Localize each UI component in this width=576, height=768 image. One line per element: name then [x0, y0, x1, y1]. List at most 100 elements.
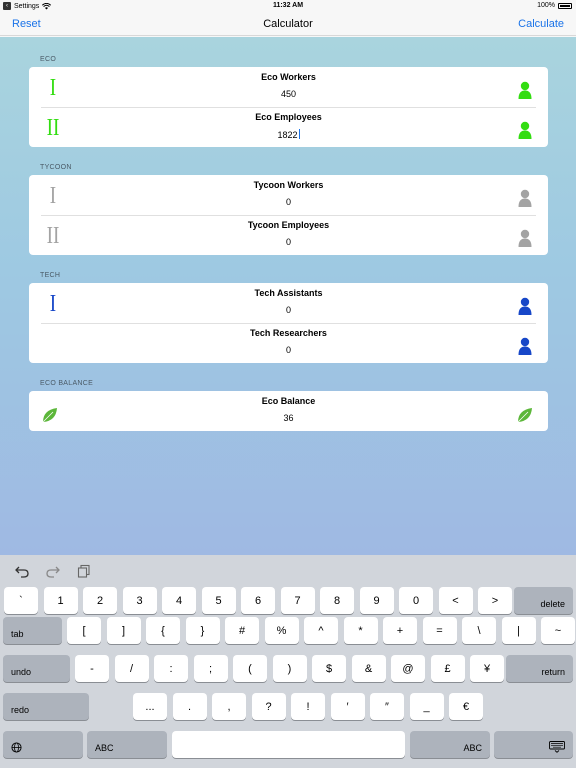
- key[interactable]: {: [146, 617, 180, 644]
- tech-researchers-label: Tech Researchers: [250, 328, 327, 338]
- card-tycoon: I Tycoon Workers 0 II Tycoon Employees 0: [29, 175, 548, 255]
- key[interactable]: |: [501, 617, 536, 644]
- calculator-form: ECO I Eco Workers 450 II Eco Employees 1…: [0, 37, 576, 555]
- person-icon: [518, 337, 532, 355]
- key[interactable]: *: [343, 617, 378, 644]
- key[interactable]: =: [422, 617, 457, 644]
- key[interactable]: `: [4, 587, 38, 614]
- card-tech: I Tech Assistants 0 Tech Researchers 0: [29, 283, 548, 363]
- tech-assistants-label: Tech Assistants: [254, 288, 323, 298]
- person-icon: [518, 297, 532, 315]
- tech-assistants-input[interactable]: 0: [29, 305, 548, 315]
- globe-key[interactable]: [3, 731, 83, 758]
- eco-workers-input[interactable]: 450: [29, 89, 548, 99]
- key[interactable]: ¥: [470, 655, 504, 682]
- key[interactable]: 8: [320, 587, 354, 614]
- key[interactable]: !: [291, 693, 325, 720]
- key[interactable]: &: [351, 655, 386, 682]
- person-icon: [518, 189, 532, 207]
- abc-key[interactable]: ABC: [87, 731, 167, 758]
- person-icon: [518, 121, 532, 139]
- key[interactable]: %: [264, 617, 299, 644]
- tycoon-employees-label: Tycoon Employees: [247, 220, 330, 230]
- eco-employees-value: 1822: [277, 130, 298, 140]
- key[interactable]: :: [154, 655, 188, 682]
- key[interactable]: 4: [162, 587, 196, 614]
- key[interactable]: /: [114, 655, 149, 682]
- key[interactable]: 1: [43, 587, 78, 614]
- tycoon-workers-input[interactable]: 0: [29, 197, 548, 207]
- key[interactable]: ′: [330, 693, 365, 720]
- redo-key[interactable]: redo: [3, 693, 89, 720]
- key[interactable]: .: [172, 693, 207, 720]
- key[interactable]: \: [462, 617, 496, 644]
- status-time: 11:32 AM: [272, 2, 304, 9]
- key[interactable]: 2: [83, 587, 117, 614]
- key[interactable]: ;: [193, 655, 228, 682]
- key[interactable]: @: [391, 655, 425, 682]
- eco-workers-label: Eco Workers: [261, 72, 316, 82]
- navigation-bar: Reset Calculator Calculate: [0, 12, 576, 36]
- tab-key[interactable]: tab: [3, 617, 62, 644]
- row-tycoon-employees[interactable]: II Tycoon Employees 0: [29, 215, 548, 255]
- key[interactable]: 3: [122, 587, 157, 614]
- row-eco-employees[interactable]: II Eco Employees 1822: [29, 107, 548, 147]
- key[interactable]: ): [272, 655, 307, 682]
- on-screen-keyboard: ` 1 2 3 4 5 6 7 8 9 0 < > delete tab[]{} #% ^ * + = \ | ~ undo -…: [0, 555, 576, 768]
- keyboard-dismiss-key[interactable]: [494, 731, 573, 758]
- card-eco-balance: Eco Balance 36: [29, 391, 548, 431]
- key[interactable]: 6: [241, 587, 275, 614]
- key[interactable]: 9: [359, 587, 394, 614]
- key[interactable]: _: [409, 693, 444, 720]
- text-cursor: [298, 129, 300, 139]
- keyboard-shortcut-bar: [0, 555, 576, 586]
- key[interactable]: $: [312, 655, 346, 682]
- delete-key[interactable]: delete: [514, 587, 573, 614]
- undo-icon[interactable]: [15, 564, 29, 578]
- section-header-tech: TECH: [40, 272, 61, 279]
- key[interactable]: ,: [212, 693, 246, 720]
- row-eco-workers[interactable]: I Eco Workers 450: [29, 67, 548, 107]
- abc-key[interactable]: ABC: [410, 731, 490, 758]
- globe-icon: [11, 742, 22, 753]
- key[interactable]: (: [233, 655, 267, 682]
- leaf-icon: [516, 408, 532, 424]
- eco-employees-label: Eco Employees: [255, 112, 322, 122]
- redo-icon[interactable]: [46, 564, 60, 578]
- tycoon-employees-input[interactable]: 0: [29, 237, 548, 247]
- key[interactable]: £: [430, 655, 465, 682]
- space-key[interactable]: [172, 731, 405, 758]
- key[interactable]: ]: [106, 617, 141, 644]
- key[interactable]: -: [75, 655, 109, 682]
- key[interactable]: [: [67, 617, 101, 644]
- eco-balance-label: Eco Balance: [261, 396, 316, 406]
- eco-employees-input[interactable]: 1822: [29, 129, 548, 140]
- key[interactable]: 5: [201, 587, 236, 614]
- person-icon: [518, 81, 532, 99]
- section-header-eco: ECO: [40, 56, 57, 63]
- calculate-button[interactable]: Calculate: [518, 18, 564, 30]
- key[interactable]: ?: [251, 693, 286, 720]
- row-tech-assistants[interactable]: I Tech Assistants 0: [29, 283, 548, 323]
- status-battery: 100%: [537, 2, 572, 9]
- status-bar: ‹ Settings 11:32 AM 100%: [0, 0, 576, 12]
- key[interactable]: ~: [541, 617, 575, 644]
- key[interactable]: >: [478, 587, 512, 614]
- key[interactable]: #: [225, 617, 259, 644]
- tech-researchers-input[interactable]: 0: [29, 345, 548, 355]
- row-eco-balance: Eco Balance 36: [29, 391, 548, 431]
- return-key[interactable]: return: [506, 655, 573, 682]
- row-tycoon-workers[interactable]: I Tycoon Workers 0: [29, 175, 548, 215]
- undo-key[interactable]: undo: [3, 655, 70, 682]
- key[interactable]: €: [449, 693, 483, 720]
- paste-icon[interactable]: [77, 564, 91, 578]
- key[interactable]: }: [185, 617, 220, 644]
- row-tech-researchers[interactable]: Tech Researchers 0: [29, 323, 548, 363]
- key[interactable]: 7: [280, 587, 315, 614]
- key[interactable]: +: [383, 617, 417, 644]
- key[interactable]: ...: [133, 693, 167, 720]
- key[interactable]: ^: [304, 617, 338, 644]
- key[interactable]: 0: [399, 587, 433, 614]
- key[interactable]: <: [438, 587, 473, 614]
- key[interactable]: ″: [370, 693, 404, 720]
